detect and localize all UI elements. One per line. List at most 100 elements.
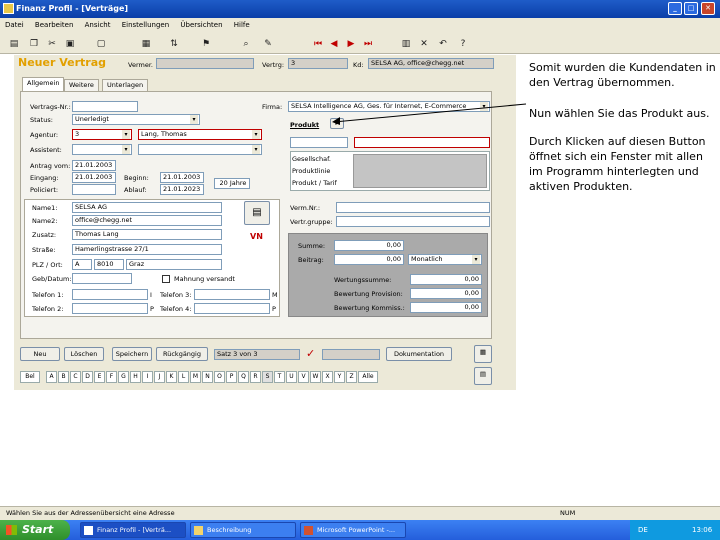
zahlweise-dropdown[interactable]: Monatlich [408,254,482,265]
alphabet-r[interactable]: R [250,371,261,383]
delete-icon[interactable]: ✕ [418,38,430,50]
alphabet-c[interactable]: C [70,371,81,383]
task-beschreibung[interactable]: Beschreibung [190,522,296,538]
vertragsnr-field[interactable] [72,101,138,112]
policiert-field[interactable] [72,184,116,195]
alphabet-d[interactable]: D [82,371,93,383]
alphabet-j[interactable]: J [154,371,165,383]
tab-allgemein[interactable]: Allgemein [22,77,65,91]
help-icon[interactable]: ? [457,38,469,50]
report-icon[interactable]: ▤ [474,367,492,385]
alphabet-x[interactable]: X [322,371,333,383]
table-icon[interactable]: ▦ [474,345,492,363]
eingang-field[interactable]: 21.01.2003 [72,172,116,183]
alphabet-z[interactable]: Z [346,371,357,383]
undo-button[interactable]: Rückgängig [156,347,208,361]
undo-icon[interactable]: ↶ [437,38,449,50]
alphabet-f[interactable]: F [106,371,117,383]
gebdatum-field[interactable] [72,273,132,284]
menu-hilfe[interactable]: Hilfe [229,18,254,29]
antrag-field[interactable]: 21.01.2003 [72,160,116,171]
save-button[interactable]: Speichern [112,347,152,361]
alphabet-h[interactable]: H [130,371,141,383]
verm-nr-field[interactable] [336,202,490,213]
cut-icon[interactable]: ✂ [46,38,58,50]
vermerk-field[interactable] [156,58,254,69]
grid-icon[interactable]: ▦ [140,38,152,50]
language-indicator[interactable]: DE [638,520,648,540]
assistent-dropdown[interactable] [72,144,132,155]
alphabet-g[interactable]: G [118,371,129,383]
strasse-field[interactable]: Hamerlingstrasse 27/1 [72,244,222,255]
filter-icon[interactable]: ⚑ [200,38,212,50]
minimize-button[interactable]: _ [668,2,682,15]
plz-field[interactable]: 8010 [94,259,124,270]
alphabet-a[interactable]: A [46,371,57,383]
alphabet-v[interactable]: V [298,371,309,383]
telefon1-field[interactable] [72,289,148,300]
new-button[interactable]: Neu [20,347,60,361]
alphabet-y[interactable]: Y [334,371,345,383]
search-field[interactable] [322,349,380,360]
tab-unterlagen[interactable]: Unterlagen [102,79,149,91]
zusatz-field[interactable]: Thomas Lang [72,229,222,240]
alphabet-m[interactable]: M [190,371,201,383]
alphabet-t[interactable]: T [274,371,285,383]
maximize-button[interactable]: □ [684,2,698,15]
next-icon[interactable]: ▶ [345,38,357,50]
alphabet-k[interactable]: K [166,371,177,383]
alphabet-w[interactable]: W [310,371,321,383]
task-powerpoint[interactable]: Microsoft PowerPoint -... [300,522,406,538]
alphabet-b[interactable]: B [58,371,69,383]
find-icon[interactable]: ⌕ [240,38,252,50]
assistent-name-dropdown[interactable] [138,144,262,155]
agentur-dropdown[interactable]: 3 [72,129,132,140]
printer-icon[interactable]: ▤ [8,38,20,50]
checkmark-icon[interactable]: ✓ [306,347,315,360]
alphabet-alle[interactable]: Alle [358,371,378,383]
telefon3-field[interactable] [194,289,270,300]
documentation-button[interactable]: Dokumentation [386,347,452,361]
produkt-field-1[interactable] [290,137,348,148]
paste-icon[interactable]: ▣ [64,38,76,50]
alphabet-bel[interactable]: Bel [20,371,40,383]
record-icon[interactable]: ✎ [262,38,274,50]
alphabet-e[interactable]: E [94,371,105,383]
menu-uebersichten[interactable]: Übersichten [175,18,226,29]
address-card-icon[interactable]: ▤ [244,201,270,225]
beitrag-field[interactable]: 0,00 [334,254,404,265]
bewertung-provision-field[interactable]: 0,00 [410,288,482,299]
agent-name-dropdown[interactable]: Lang, Thomas [138,129,262,140]
ort-field[interactable]: Graz [126,259,222,270]
alphabet-u[interactable]: U [286,371,297,383]
delete-button[interactable]: Löschen [64,347,104,361]
menu-ansicht[interactable]: Ansicht [80,18,115,29]
alphabet-i[interactable]: I [142,371,153,383]
print-preview-icon[interactable]: ▥ [400,38,412,50]
vertrgruppe-field[interactable] [336,216,490,227]
sort-icon[interactable]: ⇅ [168,38,180,50]
status-dropdown[interactable]: Unerledigt [72,114,200,125]
laufzeit-field[interactable]: 20 Jahre [214,178,250,189]
country-field[interactable]: A [72,259,92,270]
alphabet-o[interactable]: O [214,371,225,383]
bewertung-kommiss-field[interactable]: 0,00 [410,302,482,313]
name1-field[interactable]: SELSA AG [72,202,222,213]
alphabet-s[interactable]: S [262,371,273,383]
menu-bearbeiten[interactable]: Bearbeiten [30,18,77,29]
mahnung-checkbox[interactable] [162,275,170,283]
telefon4-field[interactable] [194,303,270,314]
start-button[interactable]: Start [0,520,70,540]
tab-weitere[interactable]: Weitere [64,79,99,91]
name2-field[interactable]: office@chegg.net [72,215,222,226]
summe-field[interactable]: 0,00 [334,240,404,251]
produkt-field-2[interactable] [354,137,490,148]
menu-einstellungen[interactable]: Einstellungen [117,18,173,29]
ablauf-field[interactable]: 21.01.2023 [160,184,204,195]
kd-field[interactable]: SELSA AG, office@chegg.net [368,58,494,69]
document-icon[interactable]: ▢ [95,38,107,50]
beginn-field[interactable]: 21.01.2003 [160,172,204,183]
copy-icon[interactable]: ❐ [28,38,40,50]
task-finanz-profil[interactable]: Finanz Profil - [Verträ... [80,522,186,538]
alphabet-n[interactable]: N [202,371,213,383]
